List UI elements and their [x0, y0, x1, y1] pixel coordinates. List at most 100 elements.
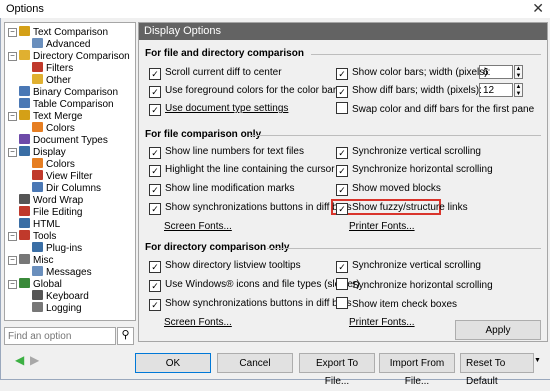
tree-item[interactable]: Display [19, 146, 66, 158]
checkmark-icon[interactable]: ✓ [336, 261, 348, 273]
checkmark-icon[interactable]: ✓ [149, 280, 161, 292]
option-checkbox[interactable]: Show item check boxes [336, 297, 457, 310]
tree-item[interactable]: Advanced [32, 38, 90, 50]
option-checkbox[interactable]: ✓ Synchronize horizontal scrolling [336, 163, 493, 177]
screen-fonts-link[interactable]: Screen Fonts... [164, 221, 232, 232]
tree-item[interactable]: Filters [32, 62, 73, 74]
checkmark-icon[interactable]: ✓ [149, 203, 161, 215]
tree-item[interactable]: Binary Comparison [19, 86, 118, 98]
option-checkbox[interactable]: ✓ Show color bars; width (pixels): [336, 66, 490, 80]
tree-item[interactable]: Dir Columns [32, 182, 101, 194]
tree-item[interactable]: Colors [32, 158, 75, 170]
checkmark-icon[interactable]: ✓ [336, 68, 348, 80]
checkmark-icon[interactable]: ✓ [149, 184, 161, 196]
checkmark-icon[interactable]: ✓ [336, 184, 348, 196]
tree-item[interactable]: Colors [32, 122, 75, 134]
option-checkbox[interactable]: ✓ Show synchronizations buttons in diff b… [149, 297, 352, 311]
checkmark-icon[interactable]: ✓ [149, 299, 161, 311]
chevron-down-icon[interactable]: ▼ [534, 357, 541, 364]
expand-toggle-icon[interactable]: − [8, 52, 17, 61]
spin-arrows-icon[interactable]: ▲ ▼ [514, 65, 523, 79]
checkbox-empty-icon[interactable] [336, 297, 348, 309]
checkmark-icon[interactable]: ✓ [149, 104, 161, 116]
checkbox-empty-icon[interactable] [336, 102, 348, 114]
printer-fonts-link[interactable]: Printer Fonts... [349, 221, 415, 232]
option-checkbox[interactable]: ✓ Show line modification marks [149, 182, 295, 196]
tree-item[interactable]: Table Comparison [19, 98, 114, 110]
tree-item[interactable]: Keyboard [32, 290, 89, 302]
tree-item[interactable]: File Editing [19, 206, 82, 218]
tree-item[interactable]: Directory Comparison [19, 50, 130, 62]
tree-item[interactable]: View Filter [32, 170, 93, 182]
option-checkbox[interactable]: Synchronize horizontal scrolling [336, 278, 493, 291]
tree-item[interactable]: Word Wrap [19, 194, 83, 206]
tree-item[interactable]: Document Types [19, 134, 108, 146]
diff-bar-width-input[interactable]: 12 [479, 83, 513, 97]
forward-arrow-icon[interactable]: ▶ [30, 353, 39, 367]
option-checkbox[interactable]: Swap color and diff bars for the first p… [336, 102, 534, 115]
tree-item[interactable]: Logging [32, 302, 82, 314]
checkmark-icon[interactable]: ✓ [336, 86, 348, 98]
close-icon[interactable]: ✕ [532, 0, 544, 17]
edit-icon [19, 206, 30, 216]
tree-item[interactable]: Text Merge [19, 110, 82, 122]
tree-item[interactable]: Messages [32, 266, 92, 278]
checkmark-icon[interactable]: ✓ [149, 86, 161, 98]
option-checkbox[interactable]: ✓ Show synchronizations buttons in diff b… [149, 201, 352, 215]
back-arrow-icon[interactable]: ◀ [15, 353, 24, 367]
option-label: Show line modification marks [165, 183, 295, 194]
tree-item[interactable]: Other [32, 74, 71, 86]
checkmark-icon[interactable]: ✓ [336, 165, 348, 177]
table-icon [19, 98, 30, 108]
expand-toggle-icon[interactable]: − [8, 148, 17, 157]
spin-arrows-icon[interactable]: ▲ ▼ [514, 83, 523, 97]
divider [267, 248, 541, 249]
option-checkbox[interactable]: ✓ Show moved blocks [336, 182, 441, 196]
wrap-icon [19, 194, 30, 204]
expand-toggle-icon[interactable]: − [8, 112, 17, 121]
option-checkbox[interactable]: ✓ Synchronize vertical scrolling [336, 145, 481, 159]
tree-item[interactable]: Global [19, 278, 62, 290]
ok-button[interactable]: OK [135, 353, 211, 373]
tree-item[interactable]: Plug-ins [32, 242, 82, 254]
tree-item[interactable]: Tools [19, 230, 56, 242]
option-checkbox[interactable]: ✓ Use document type settings [149, 102, 288, 116]
expand-toggle-icon[interactable]: − [8, 256, 17, 265]
option-checkbox[interactable]: ✓ Highlight the line containing the curso… [149, 163, 335, 177]
export-button[interactable]: Export To File... [299, 353, 375, 387]
expand-toggle-icon[interactable]: − [8, 280, 17, 289]
printer-fonts-link[interactable]: Printer Fonts... [349, 317, 415, 328]
tree-item-label: Advanced [46, 39, 91, 50]
import-button[interactable]: Import From File... [379, 353, 455, 387]
option-checkbox[interactable]: ✓ Show diff bars; width (pixels): [336, 84, 482, 98]
option-checkbox[interactable]: ✓ Scroll current diff to center [149, 66, 282, 80]
options-tree[interactable]: − Text Comparison Advanced − Directory Compa… [4, 22, 136, 321]
option-checkbox[interactable]: ✓ Show directory listview tooltips [149, 259, 301, 273]
checkmark-icon[interactable]: ✓ [149, 261, 161, 273]
search-icon[interactable]: ⚲ [117, 327, 134, 345]
tree-item[interactable]: Misc [19, 254, 54, 266]
expand-toggle-icon[interactable]: − [8, 28, 17, 37]
checkmark-icon[interactable]: ✓ [336, 147, 348, 159]
reset-button[interactable]: Reset To Default [460, 353, 534, 387]
checkbox-empty-icon[interactable] [336, 278, 348, 290]
option-checkbox[interactable]: ✓ Use foreground colors for the color bar… [149, 84, 341, 98]
checkmark-icon[interactable]: ✓ [149, 165, 161, 177]
option-checkbox[interactable]: ✓ Synchronize vertical scrolling [336, 259, 481, 273]
checkmark-icon[interactable]: ✓ [149, 147, 161, 159]
option-search-input[interactable] [5, 328, 115, 344]
option-label: Show line numbers for text files [165, 146, 304, 157]
screen-fonts-link[interactable]: Screen Fonts... [164, 317, 232, 328]
tree-item[interactable]: Text Comparison [19, 26, 108, 38]
cancel-button[interactable]: Cancel [217, 353, 293, 373]
checkmark-icon[interactable]: ✓ [336, 203, 348, 215]
apply-button[interactable]: Apply [455, 320, 541, 340]
tree-item[interactable]: HTML [19, 218, 60, 230]
expand-toggle-icon[interactable]: − [8, 232, 17, 241]
option-checkbox[interactable]: ✓ Show fuzzy/structure links [336, 201, 468, 215]
checkmark-icon[interactable]: ✓ [149, 68, 161, 80]
option-checkbox[interactable]: ✓ Use Windows® icons and file types (slow… [149, 278, 360, 292]
option-checkbox[interactable]: ✓ Show line numbers for text files [149, 145, 304, 159]
tree-item-label: Word Wrap [33, 195, 84, 206]
option-label: Show directory listview tooltips [165, 260, 301, 271]
